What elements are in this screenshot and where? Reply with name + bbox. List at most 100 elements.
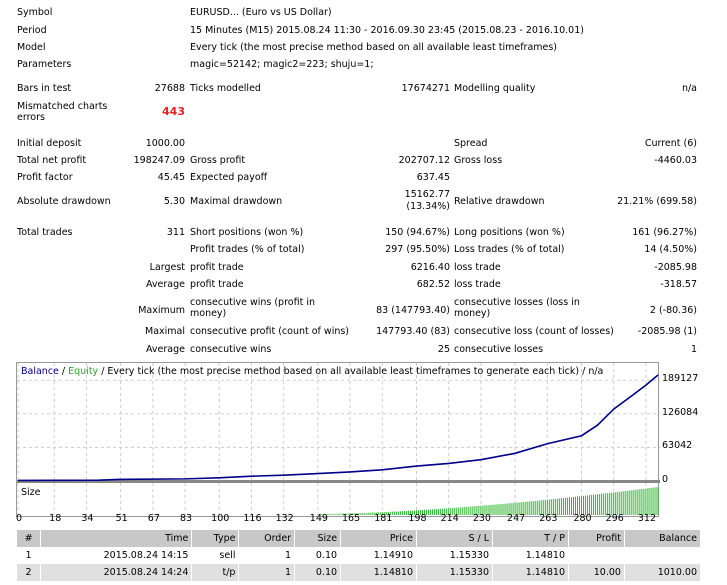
- period-label: Period: [17, 25, 47, 36]
- column-header: Balance: [624, 530, 700, 547]
- x-tick-label: 100: [211, 513, 230, 524]
- max-losses-value: 2 (-80.36): [649, 305, 697, 316]
- column-header: Type: [192, 530, 239, 547]
- payoff-label: Expected payoff: [190, 172, 268, 183]
- gross-loss-value: -4460.03: [654, 155, 697, 166]
- largest-loss-label: loss trade: [454, 262, 501, 273]
- y-tick-label: 0: [662, 474, 669, 485]
- period-value: 15 Minutes (M15) 2015.08.24 11:30 - 2016…: [190, 25, 584, 36]
- x-tick-label: 296: [605, 513, 624, 524]
- avg-profit-label: profit trade: [190, 279, 244, 290]
- abs-dd-value: 5.30: [163, 196, 185, 207]
- maximal-loss-value: -2085.98 (1): [637, 326, 697, 337]
- max-dd-value: 15162.77: [404, 189, 450, 200]
- profit-factor-value: 45.45: [157, 172, 185, 183]
- largest-loss-value: -2085.98: [654, 262, 697, 273]
- y-tick-label: 63042: [662, 440, 693, 452]
- avg-loss-label: loss trade: [454, 279, 501, 290]
- avg-losses-label: consecutive losses: [454, 344, 544, 355]
- avg-wins-label: consecutive wins: [190, 344, 272, 355]
- balance-line: [17, 374, 659, 482]
- average-label: Average: [145, 279, 185, 290]
- x-tick-label: 263: [539, 513, 558, 524]
- column-header: S / L: [417, 530, 493, 547]
- abs-dd-label: Absolute drawdown: [17, 196, 111, 207]
- profit-trades-label: Profit trades (% of total): [190, 244, 305, 255]
- ticks-label: Ticks modelled: [190, 83, 261, 94]
- x-tick-label: 198: [408, 513, 427, 524]
- ticks-value: 17674271: [401, 83, 450, 94]
- zero-separator: [17, 480, 660, 483]
- maximal-profit-value: 147793.40 (83): [376, 326, 450, 337]
- x-tick-label: 132: [275, 513, 294, 524]
- x-tick-label: 34: [81, 513, 94, 524]
- max-dd-label: Maximal drawdown: [190, 196, 283, 207]
- quality-value: n/a: [681, 83, 697, 94]
- column-header: Size: [295, 530, 341, 547]
- x-tick-label: 181: [374, 513, 393, 524]
- rel-dd-value: 21.21% (699.58): [617, 196, 697, 207]
- equity-line: [17, 374, 659, 481]
- mismatch-value: 443: [162, 105, 185, 118]
- deposit-label: Initial deposit: [17, 138, 82, 149]
- table-cell: sell: [219, 550, 236, 561]
- table-cell: 1: [239, 564, 295, 581]
- avg-profit-value: 682.52: [416, 279, 450, 290]
- table-cell: 1010.00: [624, 564, 700, 581]
- loss-trades-label: Loss trades (% of total): [454, 244, 565, 255]
- table-row: 2 2015.08.24 14:24 t/p 1 0.10 1.14810 1.15330 1…: [17, 564, 700, 581]
- maximal-profit-label: consecutive profit (count of wins): [190, 326, 350, 337]
- y-tick-label: 189127: [662, 373, 699, 385]
- net-profit-value: 198247.09: [133, 155, 185, 166]
- short-label: Short positions (won %): [190, 227, 304, 238]
- x-tick-label: 280: [573, 513, 592, 524]
- deposit-value: 1000.00: [145, 138, 185, 149]
- maximal-label: Maximal: [145, 326, 185, 337]
- balance-chart: Balance / Equity / Every tick (the most …: [16, 362, 660, 517]
- avg-loss-value: -318.57: [660, 279, 697, 290]
- column-header: Time: [41, 530, 192, 547]
- x-tick-label: 67: [147, 513, 160, 524]
- table-cell: 1.14910: [373, 550, 414, 561]
- column-header: Price: [341, 530, 417, 547]
- x-tick-label: 0: [15, 513, 23, 524]
- legend-description: / Every tick (the most precise method ba…: [98, 366, 604, 377]
- y-tick-label: 126084: [662, 406, 699, 418]
- rel-dd-label: Relative drawdown: [454, 196, 545, 207]
- x-tick-label: 83: [179, 513, 193, 524]
- table-cell: 1.15330: [417, 564, 493, 581]
- table-cell: [625, 547, 700, 564]
- x-tick-label: 18: [49, 513, 62, 524]
- mismatch-label: Mismatched charts errors: [17, 101, 108, 123]
- symbol-label: Symbol: [17, 7, 53, 18]
- table-cell: 1.14810: [493, 564, 568, 581]
- largest-label: Largest: [149, 262, 185, 273]
- spread-value: Current (6): [644, 138, 697, 149]
- table-cell: [569, 547, 624, 564]
- column-header: Profit: [569, 530, 624, 547]
- max-losses-label: consecutive losses (loss in money): [454, 297, 580, 319]
- column-header: Order: [239, 530, 295, 547]
- size-panel-label: Size: [21, 487, 41, 498]
- x-tick-label: 247: [507, 513, 526, 524]
- avg-wins-value: 25: [437, 344, 450, 355]
- short-value: 150 (94.67%): [385, 227, 450, 238]
- spread-label: Spread: [454, 138, 488, 149]
- max-wins-value: 83 (147793.40): [376, 305, 450, 316]
- table-cell: 1.15330: [449, 550, 490, 561]
- chart-canvas: [17, 363, 660, 515]
- gross-profit-label: Gross profit: [190, 155, 246, 166]
- table-cell: 2: [17, 564, 41, 581]
- table-cell: 1.14810: [525, 550, 565, 561]
- chart-legend: Balance / Equity / Every tick (the most …: [21, 366, 603, 377]
- largest-profit-value: 6216.40: [410, 262, 450, 273]
- x-tick-label: 51: [115, 513, 128, 524]
- x-tick-label: 214: [440, 513, 459, 524]
- profit-trades-value: 297 (95.50%): [385, 244, 450, 255]
- max-dd-pct: (13.34%): [406, 201, 450, 212]
- payoff-value: 637.45: [416, 172, 450, 183]
- table-row: 1 2015.08.24 14:15 sell 1 0.10 1.14910 1.15330…: [17, 547, 700, 564]
- model-label: Model: [17, 42, 46, 53]
- table-cell: 0.10: [295, 564, 341, 581]
- bars-label: Bars in test: [17, 83, 72, 94]
